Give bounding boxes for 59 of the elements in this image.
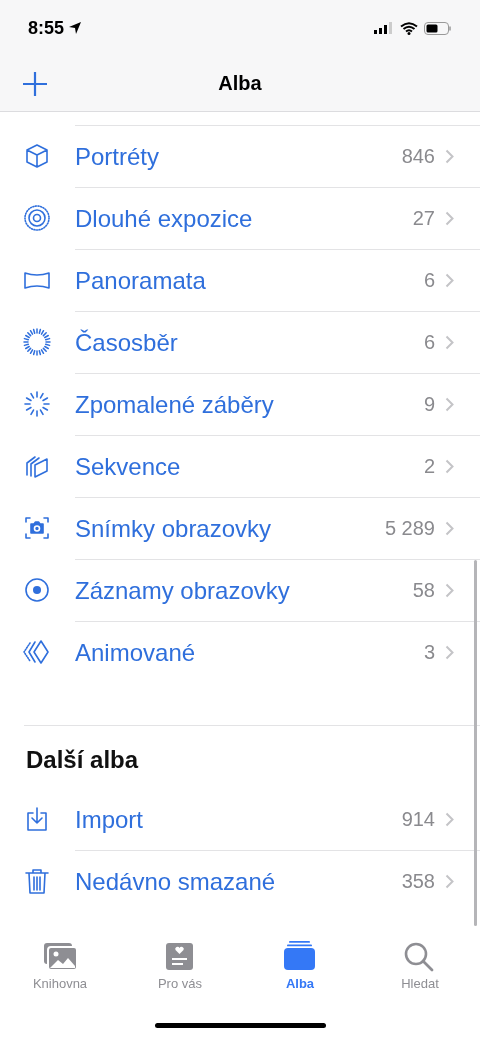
- album-name: Záznamy obrazovky: [75, 576, 291, 605]
- trash-icon: [22, 866, 52, 896]
- item-count: 27: [412, 207, 435, 230]
- sparse-ticks-icon: [22, 389, 52, 419]
- wifi-icon: [400, 21, 418, 35]
- album-name: Panoramata: [75, 266, 207, 295]
- chevron-icon: [445, 397, 454, 412]
- album-row[interactable]: Panoramata 6: [0, 249, 480, 311]
- album-name: Sekvence: [75, 452, 182, 481]
- item-count: 6: [423, 331, 435, 354]
- chevron-icon: [445, 645, 454, 660]
- chevron-icon: [445, 812, 454, 827]
- chevron-icon: [445, 335, 454, 350]
- album-name: Animované: [75, 638, 197, 667]
- tab-button[interactable]: Hledat: [400, 940, 440, 991]
- album-name: Snímky obrazovky: [75, 514, 273, 543]
- album-row[interactable]: Dlouhé expozice 27: [0, 187, 480, 249]
- item-count: 5 289: [384, 517, 435, 540]
- dashed-ring-icon: [22, 327, 52, 357]
- album-name: Nedávno smazané: [75, 867, 277, 896]
- chevron-icon: [445, 874, 454, 889]
- battery-icon: [424, 21, 452, 35]
- item-count: 914: [401, 808, 435, 831]
- album-name: Zpomalené záběry: [75, 390, 275, 419]
- tab-button[interactable]: Pro vás: [157, 940, 203, 991]
- chevron-icon: [445, 583, 454, 598]
- item-count: 6: [423, 269, 435, 292]
- record-circle-icon: [22, 575, 52, 605]
- album-row[interactable]: Import 914: [0, 788, 480, 850]
- clock-time: 8:55: [28, 17, 65, 39]
- album-row[interactable]: Časosběr 6: [0, 311, 480, 373]
- chevron-icon: [445, 149, 454, 164]
- album-name: Import: [75, 805, 144, 834]
- item-count: 9: [423, 393, 435, 416]
- add-button[interactable]: [22, 70, 48, 97]
- tab-button[interactable]: Knihovna: [32, 940, 88, 991]
- album-name: Časosběr: [75, 328, 179, 357]
- screen-title: Alba: [218, 72, 262, 95]
- item-count: 846: [401, 145, 435, 168]
- section-heading: Další alba: [26, 746, 139, 774]
- item-count: 358: [401, 870, 435, 893]
- concentric-circles-icon: [22, 203, 52, 233]
- album-row[interactable]: Zpomalené záběry 9: [0, 373, 480, 435]
- chevron-icon: [445, 273, 454, 288]
- chevron-icon: [445, 211, 454, 226]
- tab-button[interactable]: Alba: [280, 940, 320, 991]
- location-arrow-icon: [68, 21, 83, 35]
- chevron-icon: [445, 521, 454, 536]
- item-count: 58: [412, 579, 435, 602]
- album-row[interactable]: Sekvence 2: [0, 435, 480, 497]
- album-row[interactable]: Portréty 846: [0, 125, 480, 187]
- chevron-icon: [445, 459, 454, 474]
- album-name: Dlouhé expozice: [75, 204, 254, 233]
- album-row[interactable]: Snímky obrazovky 5 289: [0, 497, 480, 559]
- item-count: 2: [423, 455, 435, 478]
- diamond-icon: [22, 637, 52, 667]
- signal-icon: [374, 22, 394, 34]
- album-name: Portréty: [75, 142, 161, 171]
- item-count: 3: [423, 641, 435, 664]
